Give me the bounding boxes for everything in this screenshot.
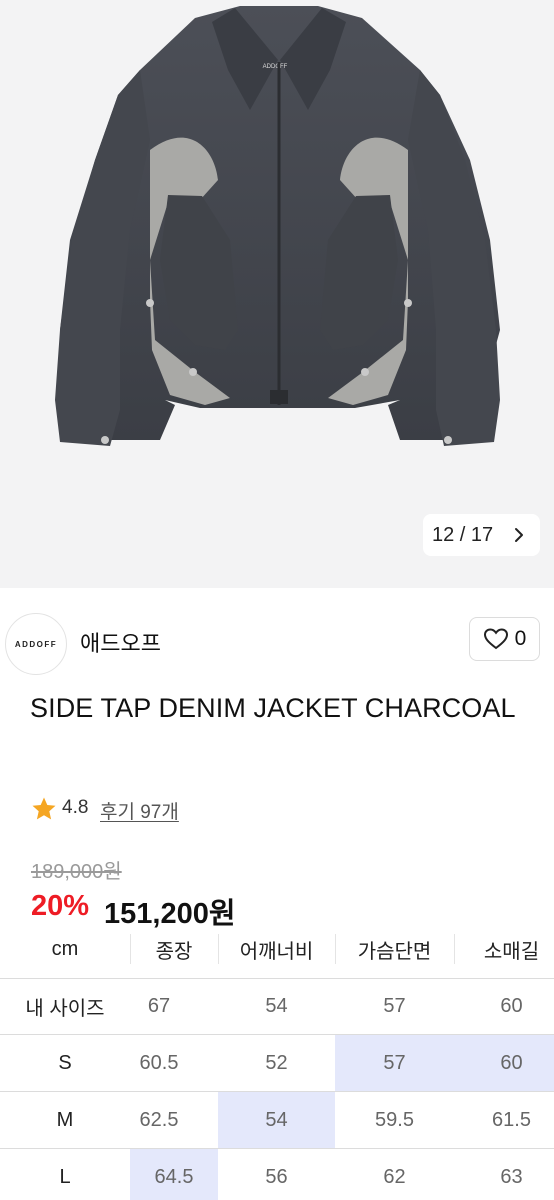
size-cell: 57 <box>383 995 406 1017</box>
size-table: cm 종장 어깨너비 가슴단면 소매길 내 사이즈 67 54 57 60 S … <box>0 928 554 1200</box>
size-header-chest: 가슴단면 <box>357 940 432 963</box>
size-cell-match: 54 <box>218 1092 335 1148</box>
chevron-right-icon <box>515 528 523 542</box>
size-cell: 62.5 <box>139 1108 179 1131</box>
size-cell: 59.5 <box>375 1108 414 1131</box>
brand-logo-text: ADDOFF <box>14 639 58 649</box>
size-cell: 56 <box>265 1165 288 1188</box>
size-cell: 62 <box>383 1165 406 1188</box>
size-cell-match: 57 <box>335 1035 454 1091</box>
final-price: 151,200원 <box>104 898 236 930</box>
product-image-gallery[interactable]: ADDOFF 12 / 17 <box>0 0 554 588</box>
brand-name[interactable]: 애드오프 <box>80 626 161 658</box>
size-cell: 61.5 <box>492 1108 531 1131</box>
size-cell: 54 <box>265 995 288 1017</box>
size-header-cm: cm <box>51 937 79 960</box>
jacket-image: ADDOFF <box>55 6 500 446</box>
image-logo-text: ADDOFF <box>263 64 288 70</box>
discount-rate: 20% <box>31 890 90 922</box>
size-row-label: S <box>58 1051 72 1074</box>
size-header-length: 종장 <box>155 940 193 963</box>
image-counter[interactable]: 12 / 17 <box>423 514 540 556</box>
size-cell: 63 <box>500 1165 523 1188</box>
size-cell: 60 <box>500 995 523 1017</box>
size-cell: 67 <box>147 995 171 1017</box>
rating-score: 4.8 <box>62 797 89 818</box>
size-row-label: L <box>59 1165 71 1188</box>
original-price: 189,000원 <box>31 861 122 883</box>
size-row-label: 내 사이즈 <box>25 998 105 1020</box>
like-button[interactable]: 0 <box>469 617 540 661</box>
size-cell: 52 <box>265 1051 288 1074</box>
size-header-shoulder: 어깨너비 <box>239 940 314 963</box>
reviews-link[interactable]: 후기 97개 <box>100 797 179 824</box>
star-icon <box>32 797 56 820</box>
size-cell: 60.5 <box>139 1051 179 1074</box>
image-counter-label: 12 / 17 <box>432 523 494 546</box>
like-count: 0 <box>514 627 527 650</box>
heart-icon <box>483 628 508 650</box>
size-row-label: M <box>56 1108 74 1131</box>
brand-logo[interactable]: ADDOFF <box>5 613 67 675</box>
size-cell-match: 64.5 <box>130 1149 218 1200</box>
size-cell-match: 60 <box>454 1035 554 1091</box>
size-header-sleeve: 소매길 <box>483 940 540 963</box>
product-title: SIDE TAP DENIM JACKET CHARCOAL <box>30 693 516 723</box>
